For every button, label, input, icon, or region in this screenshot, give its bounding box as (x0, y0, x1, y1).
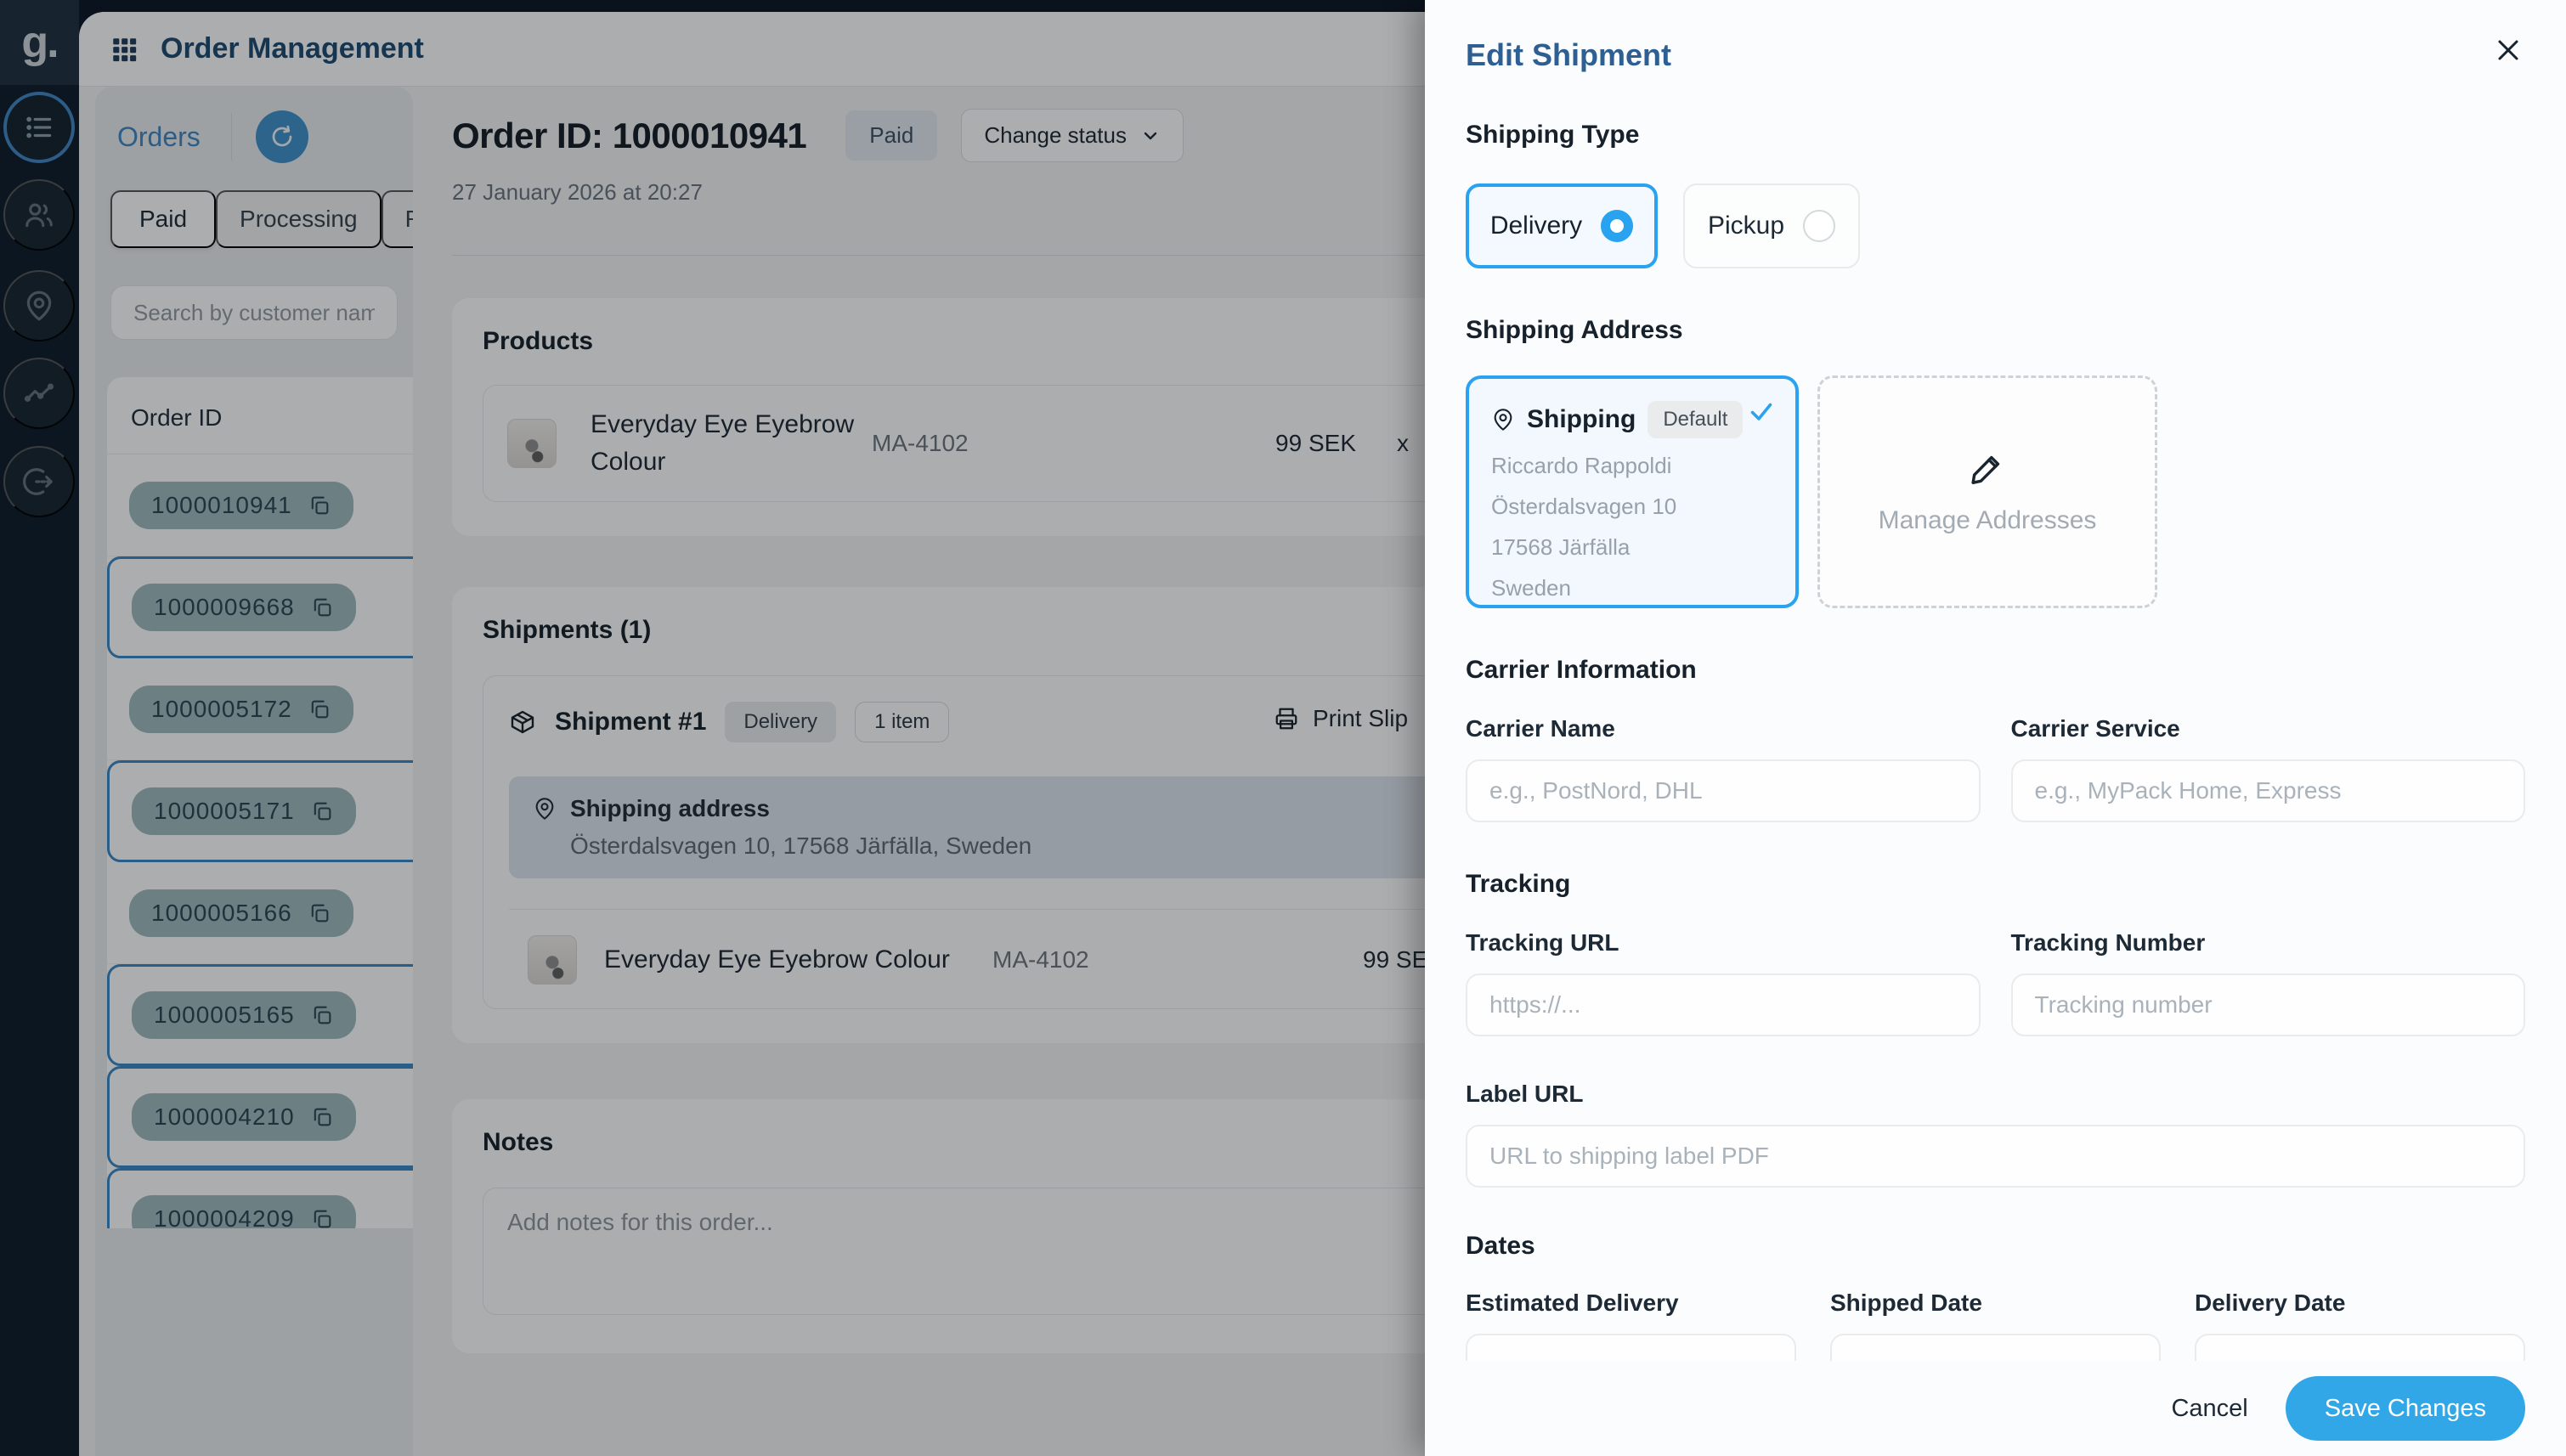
close-button[interactable] (2490, 32, 2527, 70)
address-country: Sweden (1491, 575, 1773, 601)
pencil-icon (1968, 449, 2007, 488)
drawer-footer: Cancel Save Changes (1425, 1361, 2566, 1456)
address-card-selected[interactable]: Shipping Default Riccardo Rappoldi Öster… (1466, 375, 1799, 608)
edit-shipment-drawer: Edit Shipment Shipping Type Delivery Pic… (1425, 0, 2566, 1456)
label-url-label: Label URL (1466, 1081, 2525, 1108)
tracking-url-label: Tracking URL (1466, 929, 1981, 957)
radio-unselected-icon (1803, 210, 1835, 242)
address-city: 17568 Järfälla (1491, 534, 1773, 561)
tracking-url-input[interactable] (1466, 973, 1981, 1036)
address-recipient: Riccardo Rappoldi (1491, 453, 1773, 479)
address-card-title: Shipping (1527, 405, 1636, 434)
shipping-address-label: Shipping Address (1466, 316, 2525, 345)
shipping-type-pickup[interactable]: Pickup (1683, 183, 1860, 268)
shipped-date-label: Shipped Date (1830, 1290, 2161, 1317)
screen: g. Order Management Orders (0, 0, 2566, 1456)
address-street: Österdalsvagen 10 (1491, 494, 1773, 520)
carrier-name-input[interactable] (1466, 759, 1981, 822)
label-url-input[interactable] (1466, 1125, 2525, 1188)
delivery-date-label: Delivery Date (2195, 1290, 2525, 1317)
tracking-number-input[interactable] (2011, 973, 2526, 1036)
modal-backdrop[interactable] (0, 0, 1425, 1456)
radio-selected-icon (1601, 210, 1633, 242)
close-icon (2491, 33, 2525, 67)
carrier-info-heading: Carrier Information (1466, 656, 2525, 685)
drawer-title: Edit Shipment (1466, 0, 2525, 73)
delivery-option-label: Delivery (1490, 212, 1582, 240)
dates-heading: Dates (1466, 1232, 2525, 1261)
save-changes-button[interactable]: Save Changes (2286, 1376, 2525, 1441)
carrier-name-label: Carrier Name (1466, 715, 1981, 742)
manage-addresses-button[interactable]: Manage Addresses (1817, 375, 2157, 608)
carrier-service-input[interactable] (2011, 759, 2526, 822)
check-icon (1746, 396, 1777, 426)
estimated-delivery-label: Estimated Delivery (1466, 1290, 1796, 1317)
map-pin-icon (1491, 408, 1515, 432)
shipping-type-delivery[interactable]: Delivery (1466, 183, 1658, 268)
tracking-number-label: Tracking Number (2011, 929, 2526, 957)
pickup-option-label: Pickup (1708, 212, 1784, 240)
carrier-service-label: Carrier Service (2011, 715, 2526, 742)
cancel-button[interactable]: Cancel (2171, 1395, 2247, 1423)
default-badge: Default (1648, 401, 1743, 438)
tracking-heading: Tracking (1466, 870, 2525, 899)
shipping-type-label: Shipping Type (1466, 121, 2525, 150)
manage-addresses-label: Manage Addresses (1879, 506, 2097, 535)
